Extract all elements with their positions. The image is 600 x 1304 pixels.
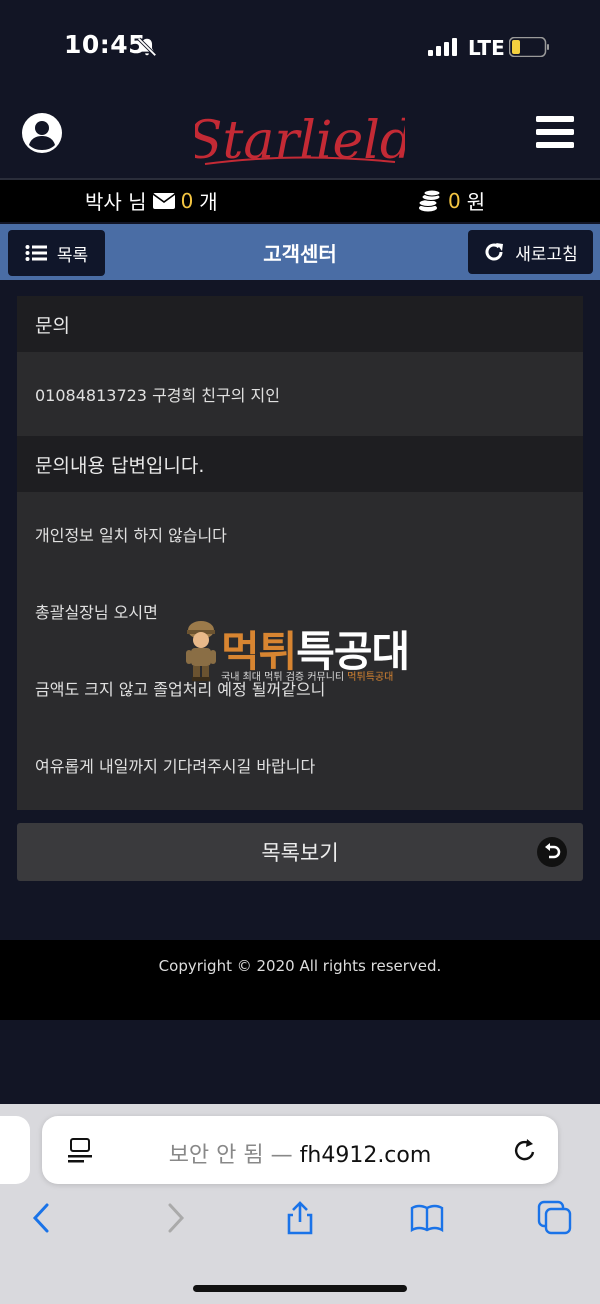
- envelope-icon[interactable]: [152, 192, 175, 209]
- soldier-mascot-icon: [186, 621, 216, 681]
- status-time: 10:45: [64, 30, 147, 59]
- status-bar: 10:45 LTE: [0, 0, 600, 90]
- footer: Copyright © 2020 All rights reserved.: [0, 940, 600, 1020]
- bookmarks-icon[interactable]: [409, 1200, 445, 1236]
- tabs-icon[interactable]: [537, 1200, 573, 1236]
- domain-label: fh4912.com: [299, 1143, 432, 1168]
- money-info: 0 원: [418, 186, 485, 215]
- previous-tab-edge[interactable]: [0, 1116, 30, 1184]
- list-view-label: 목록보기: [261, 841, 339, 865]
- user-info: 박사 님 0 개: [85, 186, 218, 215]
- user-account-icon[interactable]: [21, 112, 63, 154]
- browser-toolbar: 보안 안 됨 — fh4912.com: [0, 1104, 600, 1304]
- watermark: 먹튀특공대 국내 최대 먹튀 검증 커뮤니티 먹튀특공대: [183, 620, 423, 686]
- home-indicator: [193, 1285, 407, 1292]
- cell-signal-icon: [428, 38, 457, 56]
- answer-line: 여유롭게 내일까지 기다려주시길 바랍니다: [35, 757, 316, 776]
- coins-icon: [418, 189, 441, 211]
- message-unit: 개: [199, 190, 218, 214]
- inquiry-heading: 문의: [17, 296, 583, 352]
- browser-nav-toolbar: [0, 1200, 600, 1250]
- reload-icon[interactable]: [512, 1136, 538, 1164]
- watermark-subtitle: 국내 최대 먹튀 검증 커뮤니티 먹튀특공대: [221, 668, 393, 683]
- user-name: 박사 님: [85, 190, 147, 214]
- watermark-subtitle-part1: 국내 최대 먹튀 검증 커뮤니티: [221, 672, 348, 683]
- inquiry-card: 문의 01084813723 구경희 친구의 지인 문의내용 답변입니다. 개인…: [17, 296, 583, 810]
- security-label: 보안 안 됨 —: [168, 1143, 293, 1168]
- address-bar[interactable]: 보안 안 됨 — fh4912.com: [42, 1116, 558, 1184]
- site-header: Starlield: [0, 90, 600, 178]
- battery-icon: [509, 37, 549, 57]
- answer-heading: 문의내용 답변입니다.: [17, 436, 583, 492]
- forward-icon[interactable]: [156, 1200, 192, 1236]
- refresh-button[interactable]: 새로고침: [468, 230, 593, 274]
- watermark-subtitle-part2: 먹튀특공대: [347, 672, 394, 683]
- answer-line: 개인정보 일치 하지 않습니다: [35, 526, 227, 545]
- money-amount: 0: [448, 188, 461, 213]
- list-view-button[interactable]: 목록보기: [17, 823, 583, 881]
- money-unit: 원: [466, 190, 486, 214]
- starfield-logo[interactable]: Starlield: [195, 92, 405, 176]
- share-icon[interactable]: [282, 1200, 318, 1236]
- refresh-button-label: 새로고침: [515, 244, 578, 265]
- title-bar: 목록 고객센터 새로고침: [0, 224, 600, 280]
- back-icon[interactable]: [25, 1200, 61, 1236]
- bell-off-icon: [137, 37, 157, 57]
- url-text[interactable]: 보안 안 됨 — fh4912.com: [42, 1137, 558, 1169]
- network-type: LTE: [468, 36, 505, 60]
- message-count[interactable]: 0: [181, 189, 194, 213]
- return-arrow-icon: [537, 837, 567, 867]
- account-info-bar: 박사 님 0 개 0 원: [0, 178, 600, 222]
- hamburger-menu-icon[interactable]: [536, 114, 574, 150]
- refresh-icon: [485, 243, 504, 261]
- copyright-text: Copyright © 2020 All rights reserved.: [158, 957, 442, 975]
- inquiry-content: 01084813723 구경희 친구의 지인: [17, 352, 583, 436]
